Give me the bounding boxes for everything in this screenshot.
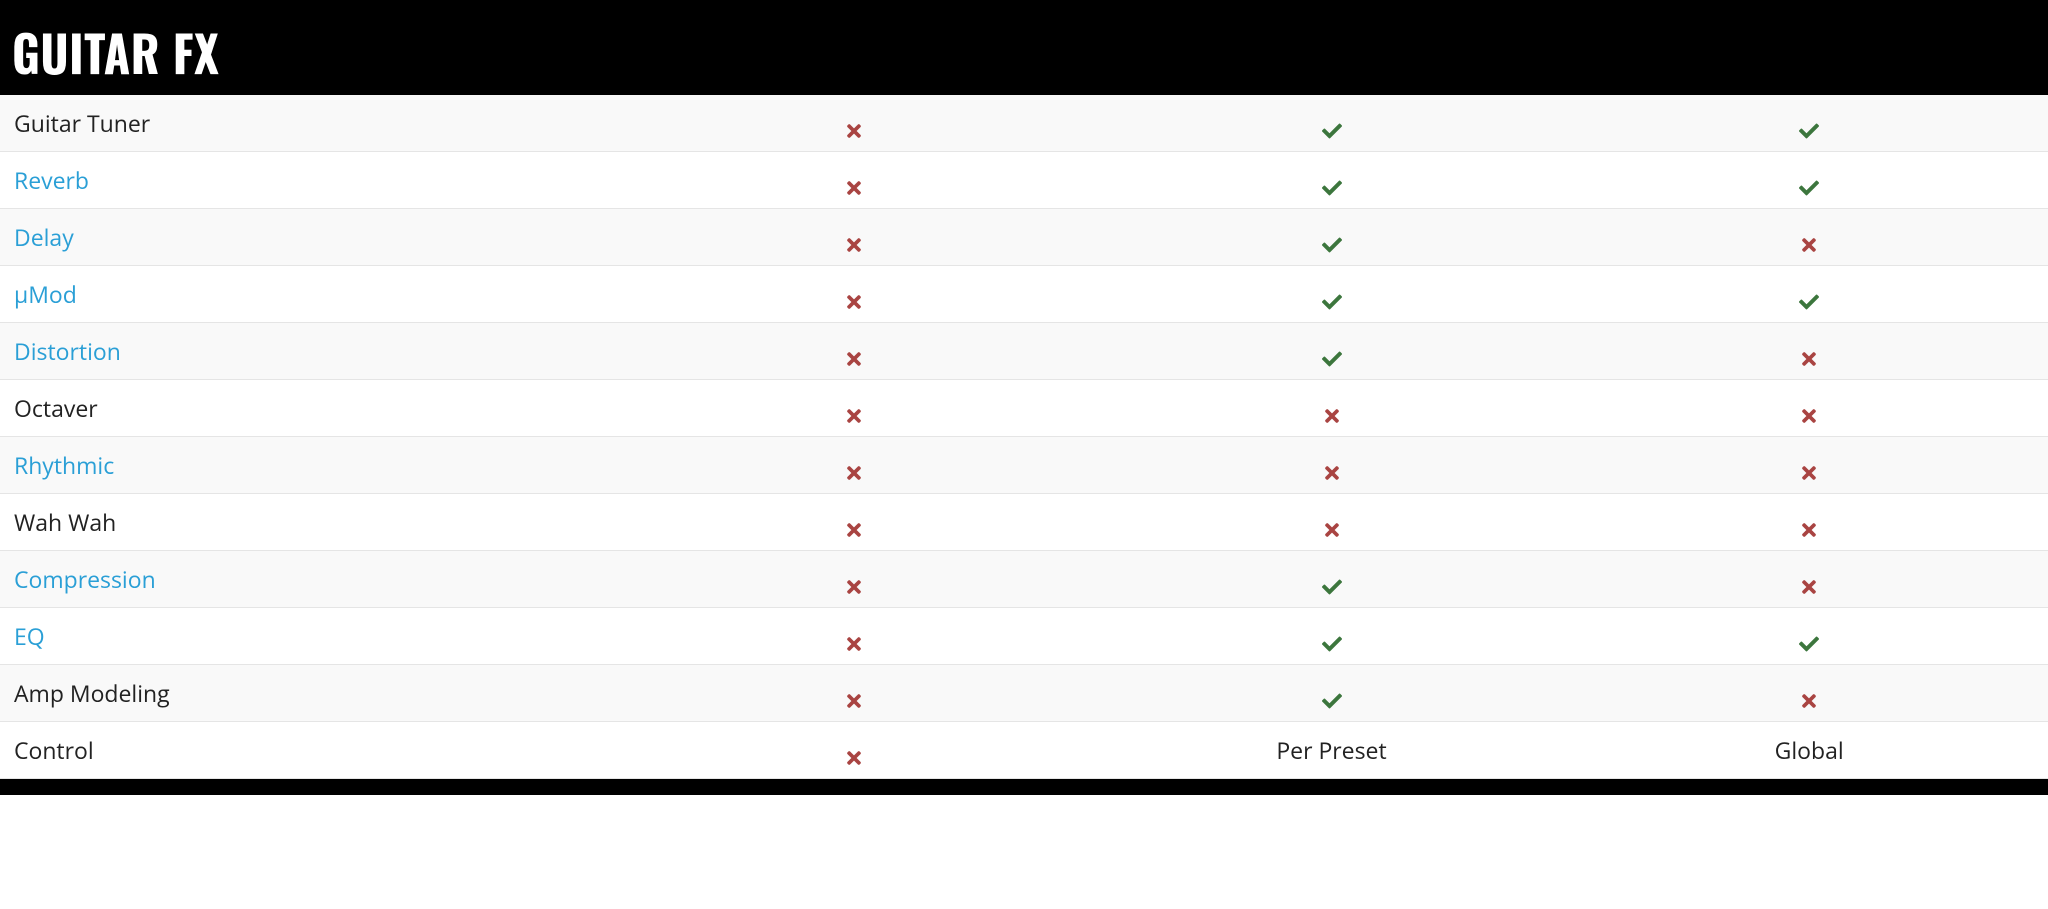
check-icon [1799,173,1819,193]
row-label[interactable]: EQ [0,608,615,665]
check-icon [1799,116,1819,136]
table-icon-cell [1570,323,2048,380]
table-icon-cell [615,665,1093,722]
table-row: Control Per PresetGlobal [0,722,2048,779]
table-icon-cell [1570,665,2048,722]
table-icon-cell [1093,380,1571,437]
row-label: Octaver [0,380,615,437]
times-icon [844,572,864,592]
table-row: µMod [0,266,2048,323]
table-row: Reverb [0,152,2048,209]
table-text-cell: Global [1570,722,2048,779]
table-icon-cell [1570,95,2048,152]
table-icon-cell [1093,266,1571,323]
table-icon-cell [1093,665,1571,722]
table-icon-cell [615,266,1093,323]
times-icon [1799,515,1819,535]
row-label: Guitar Tuner [0,95,615,152]
table-icon-cell [1570,152,2048,209]
times-icon [844,401,864,421]
table-icon-cell [615,152,1093,209]
feature-table: Guitar TunerReverbDelayµModDistortionOct… [0,95,2048,779]
table-icon-cell [615,608,1093,665]
table-icon-cell [615,494,1093,551]
section-title: GUITAR FX [12,14,2036,89]
table-row: Octaver [0,380,2048,437]
table-icon-cell [615,551,1093,608]
table-icon-cell [1570,494,2048,551]
table-icon-cell [1093,95,1571,152]
table-icon-cell [1570,437,2048,494]
table-row: Rhythmic [0,437,2048,494]
check-icon [1322,287,1342,307]
row-label: Wah Wah [0,494,615,551]
times-icon [1322,515,1342,535]
table-icon-cell [1093,608,1571,665]
times-icon [1799,572,1819,592]
row-label[interactable]: Rhythmic [0,437,615,494]
table-icon-cell [615,209,1093,266]
check-icon [1322,173,1342,193]
table-row: Delay [0,209,2048,266]
times-icon [844,173,864,193]
table-icon-cell [1093,152,1571,209]
table-icon-cell [1570,551,2048,608]
table-icon-cell [1570,380,2048,437]
table-icon-cell [615,437,1093,494]
times-icon [1799,458,1819,478]
check-icon [1322,230,1342,250]
table-row: Wah Wah [0,494,2048,551]
check-icon [1322,686,1342,706]
times-icon [1799,230,1819,250]
times-icon [844,287,864,307]
table-icon-cell [1093,323,1571,380]
row-label[interactable]: Delay [0,209,615,266]
times-icon [1799,344,1819,364]
table-icon-cell [615,380,1093,437]
table-icon-cell [1093,437,1571,494]
table-row: Amp Modeling [0,665,2048,722]
table-icon-cell [1093,209,1571,266]
times-icon [1322,458,1342,478]
row-label[interactable]: µMod [0,266,615,323]
table-text-cell: Per Preset [1093,722,1571,779]
check-icon [1322,572,1342,592]
times-icon [1799,401,1819,421]
check-icon [1799,287,1819,307]
table-icon-cell [1093,551,1571,608]
row-label: Amp Modeling [0,665,615,722]
times-icon [844,116,864,136]
table-icon-cell [1570,608,2048,665]
section-header: GUITAR FX [0,0,2048,95]
times-icon [1322,401,1342,421]
table-icon-cell [1093,494,1571,551]
row-label: Control [0,722,615,779]
times-icon [844,515,864,535]
check-icon [1322,116,1342,136]
table-icon-cell [615,95,1093,152]
times-icon [844,344,864,364]
times-icon [844,458,864,478]
row-label[interactable]: Reverb [0,152,615,209]
footer-bar [0,779,2048,795]
table-icon-cell [1570,209,2048,266]
table-row: Distortion [0,323,2048,380]
check-icon [1799,629,1819,649]
table-row: Compression [0,551,2048,608]
times-icon [844,743,864,763]
check-icon [1322,629,1342,649]
times-icon [1799,686,1819,706]
table-icon-cell [615,722,1093,779]
table-icon-cell [1570,266,2048,323]
row-label[interactable]: Distortion [0,323,615,380]
times-icon [844,230,864,250]
check-icon [1322,344,1342,364]
row-label[interactable]: Compression [0,551,615,608]
table-icon-cell [615,323,1093,380]
table-row: EQ [0,608,2048,665]
table-row: Guitar Tuner [0,95,2048,152]
times-icon [844,629,864,649]
times-icon [844,686,864,706]
